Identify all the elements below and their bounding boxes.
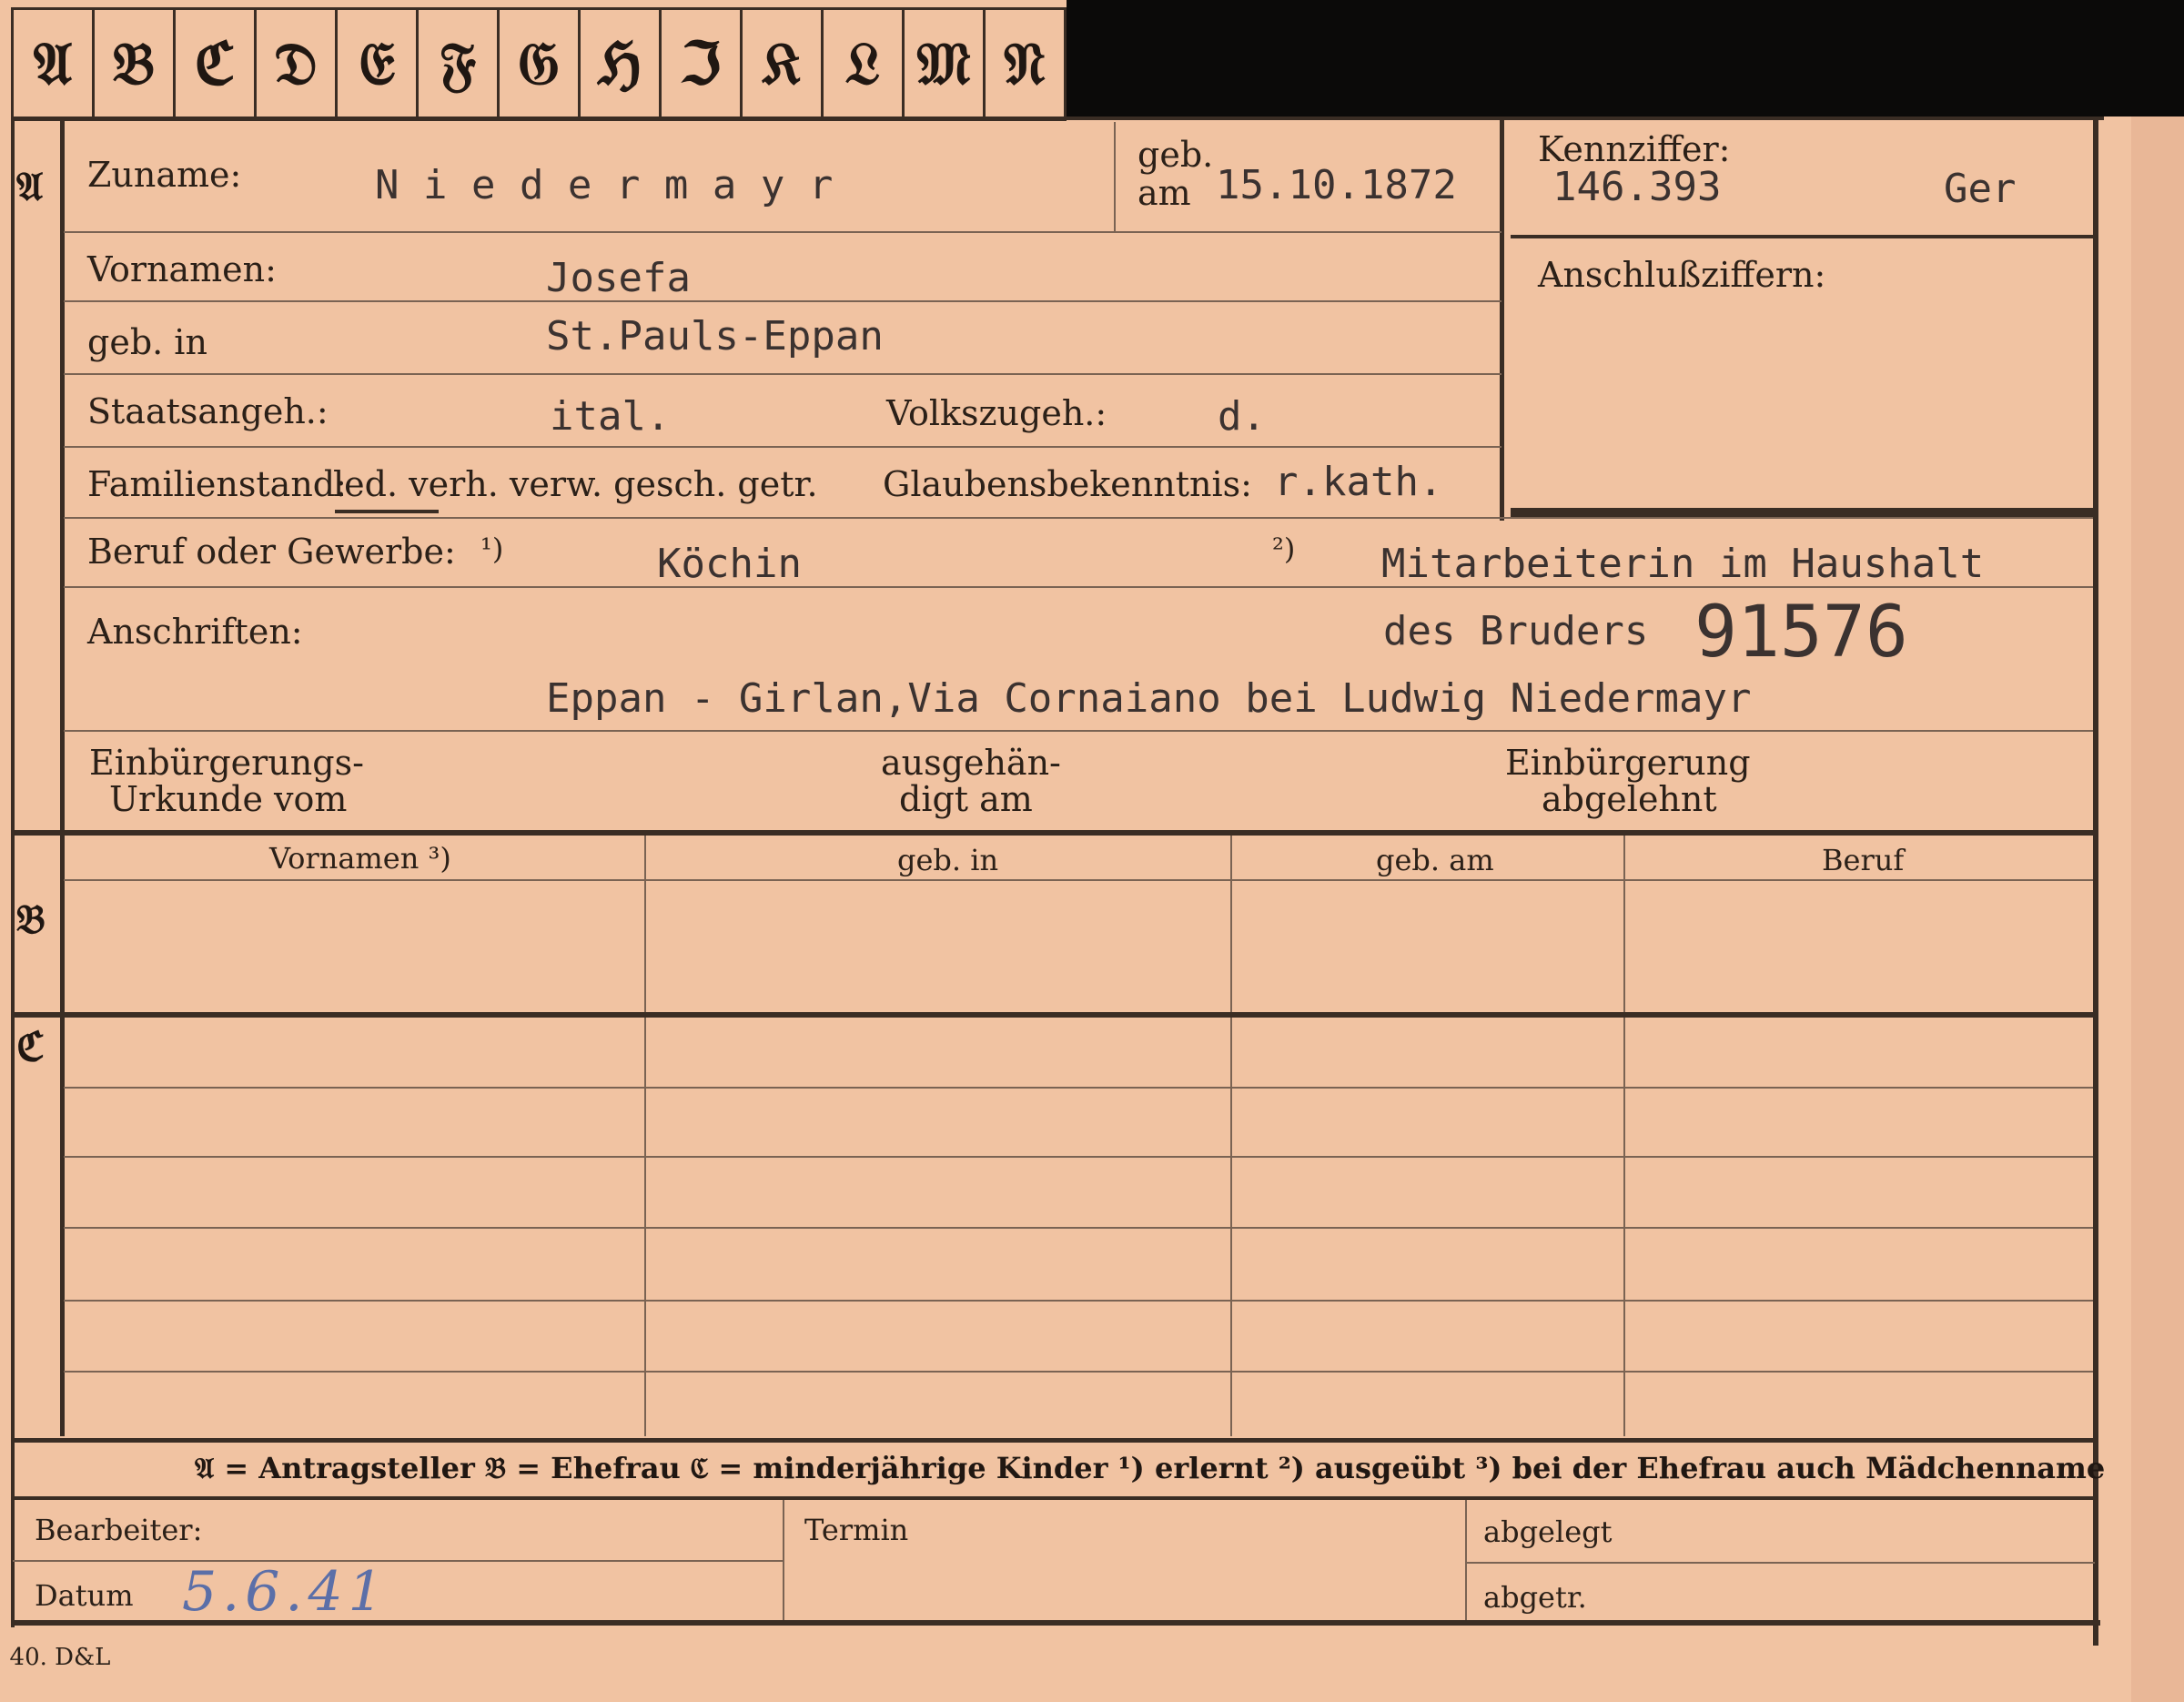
rule-gebin: [64, 373, 1502, 375]
c-row-rule-5: [64, 1371, 2093, 1373]
c-row-rule-3: [64, 1227, 2093, 1229]
tab-a: 𝔄: [11, 10, 92, 117]
geb-am-value: 15.10.1872: [1216, 162, 1457, 208]
tab-e: 𝔈: [335, 10, 416, 117]
tab-i: ℑ: [659, 10, 740, 117]
anschrift-line1: des Bruders: [1383, 608, 1649, 654]
table-header-rule: [64, 879, 2093, 881]
footer-col-1: [783, 1500, 784, 1620]
beruf-label: Beruf oder Gewerbe:: [87, 532, 456, 572]
ausgehaendigt-1: ausgehän-: [881, 743, 1061, 783]
footer-col-2: [1465, 1500, 1467, 1620]
table-header-vornamen: Vornamen ³): [269, 841, 451, 876]
datum-value: 5.6.41: [182, 1560, 389, 1624]
glaubensbekenntnis-label: Glaubensbekenntnis:: [883, 464, 1252, 504]
geb-am-label-bottom: am: [1138, 173, 1191, 213]
vornamen-label: Vornamen:: [87, 249, 277, 289]
frame-right: [2093, 117, 2098, 1646]
frame-left: [11, 117, 15, 1627]
section-a-label: 𝔄: [16, 164, 44, 210]
kennziffer-value: 146.393: [1552, 164, 1722, 210]
footer-bottom-rule: [11, 1620, 2100, 1626]
section-divider-line: [60, 117, 65, 1436]
footer-mid-rule-right: [1467, 1562, 2095, 1564]
table-col-1: [644, 836, 646, 1436]
geb-am-divider: [1114, 122, 1116, 231]
background-corner: [1067, 0, 2184, 117]
anschriften-label: Anschriften:: [87, 612, 303, 652]
familienstand-options: led. verh. verw. gesch. getr.: [333, 464, 818, 504]
kennziffer-box-mid: [1511, 235, 2093, 238]
tab-l: 𝔏: [821, 10, 902, 117]
section-b-label: 𝔅: [16, 897, 46, 943]
beruf-note1: ¹): [480, 532, 504, 566]
tab-h: ℌ: [578, 10, 659, 117]
beruf-erlernt-value: Köchin: [657, 541, 802, 587]
legend-text: 𝔄 = Antragsteller 𝔅 = Ehefrau ℭ = minder…: [195, 1451, 2106, 1485]
frame-top: [11, 117, 2104, 120]
tab-m: 𝔐: [902, 10, 983, 117]
zuname-value: N i e d e r m a y r: [375, 162, 834, 208]
volkszugeh-value: d.: [1218, 393, 1266, 440]
volkszugeh-label: Volkszugeh.:: [886, 393, 1107, 433]
rule-familienstand: [64, 517, 2093, 519]
glaubensbekenntnis-value: r.kath.: [1274, 459, 1443, 505]
abgetr-label: abgetr.: [1483, 1580, 1587, 1615]
datum-label: Datum: [35, 1578, 134, 1613]
rule-staatsangeh: [64, 446, 1502, 448]
abgelegt-label: abgelegt: [1483, 1515, 1613, 1549]
tab-d: 𝔇: [254, 10, 335, 117]
einbuergerung-urkunde-1: Einbürgerungs-: [89, 743, 364, 783]
c-row-rule-4: [64, 1300, 2093, 1302]
c-row-rule-2: [64, 1156, 2093, 1158]
staatsangeh-label: Staatsangeh.:: [87, 391, 329, 431]
card-right-edge: [2131, 117, 2184, 1702]
termin-label: Termin: [804, 1513, 909, 1547]
kennziffer-suffix: Ger: [1944, 166, 2017, 212]
einbuergerung-abgelehnt-1: Einbürgerung: [1505, 743, 1751, 783]
bearbeiter-label: Bearbeiter:: [35, 1513, 203, 1547]
stamp-number: 91576: [1694, 592, 1908, 674]
kennziffer-box-left: [1500, 120, 1504, 521]
tab-n: 𝔑: [983, 10, 1067, 117]
familienstand-underline: [335, 510, 439, 513]
vornamen-value: Josefa: [546, 255, 691, 301]
table-header-gebam: geb. am: [1376, 843, 1494, 877]
familienstand-label: Familienstand:: [87, 464, 347, 504]
legend-bottom-rule: [11, 1496, 2095, 1500]
geb-in-label: geb. in: [87, 322, 207, 362]
tab-k: 𝔎: [740, 10, 821, 117]
alphabet-tab-row: 𝔄 𝔅 ℭ 𝔇 𝔈 𝔉 𝔊 ℌ ℑ 𝔎 𝔏 𝔐 𝔑: [11, 7, 1067, 121]
rule-anschriften: [64, 730, 2093, 732]
tab-g: 𝔊: [497, 10, 578, 117]
geb-am-label-top: geb.: [1138, 135, 1214, 175]
zuname-label: Zuname:: [87, 155, 242, 195]
rule-zuname: [64, 231, 1502, 233]
legend-top-rule: [11, 1438, 2095, 1443]
section-c-label: ℭ: [16, 1024, 45, 1070]
tab-f: 𝔉: [416, 10, 497, 117]
table-col-2: [1230, 836, 1232, 1436]
ausgehaendigt-2: digt am: [899, 779, 1033, 819]
footer-mid-rule-left: [13, 1560, 783, 1562]
staatsangeh-value: ital.: [550, 393, 671, 440]
einbuergerung-abgelehnt-2: abgelehnt: [1542, 779, 1717, 819]
section-ab-divider: [11, 830, 2095, 836]
beruf-ausgeuebt-value: Mitarbeiterin im Haushalt: [1381, 541, 1985, 587]
anschrift-line2: Eppan - Girlan,Via Cornaiano bei Ludwig …: [546, 675, 1752, 722]
tab-c: ℭ: [173, 10, 254, 117]
beruf-note2: ²): [1272, 532, 1296, 566]
table-col-3: [1623, 836, 1625, 1436]
einbuergerung-urkunde-2: Urkunde vom: [109, 779, 348, 819]
geb-in-value: St.Pauls-Eppan: [546, 313, 884, 360]
print-mark: . 40. D&L: [0, 1644, 111, 1671]
rule-vornamen: [64, 300, 1502, 302]
tab-b: 𝔅: [92, 10, 173, 117]
table-header-beruf: Beruf: [1822, 843, 1905, 877]
section-bc-divider: [11, 1012, 2095, 1018]
table-header-gebin: geb. in: [897, 843, 999, 877]
anschlussziffern-label: Anschlußziffern:: [1538, 255, 1826, 295]
c-row-rule-1: [64, 1087, 2093, 1089]
